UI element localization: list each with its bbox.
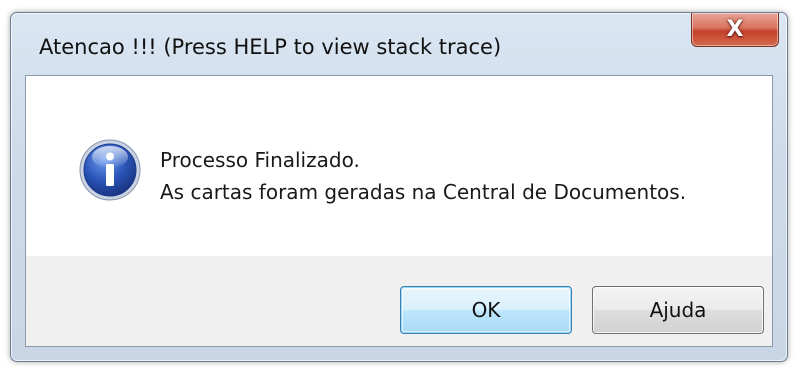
- info-icon: [79, 139, 141, 201]
- message-line-2: As cartas foram geradas na Central de Do…: [160, 180, 687, 204]
- ok-button[interactable]: OK: [400, 286, 572, 334]
- help-button[interactable]: Ajuda: [592, 286, 764, 334]
- message-line-1: Processo Finalizado.: [160, 148, 360, 172]
- window-title: Atencao !!! (Press HELP to view stack tr…: [39, 35, 502, 59]
- dialog-client-area: Processo Finalizado. As cartas foram ger…: [25, 75, 773, 347]
- title-bar[interactable]: Atencao !!! (Press HELP to view stack tr…: [11, 13, 787, 73]
- close-icon: X: [726, 16, 744, 42]
- dialog-window: Atencao !!! (Press HELP to view stack tr…: [10, 12, 788, 362]
- close-button[interactable]: X: [691, 13, 779, 47]
- message-panel: Processo Finalizado. As cartas foram ger…: [26, 76, 772, 256]
- message-text: Processo Finalizado. As cartas foram ger…: [160, 144, 686, 208]
